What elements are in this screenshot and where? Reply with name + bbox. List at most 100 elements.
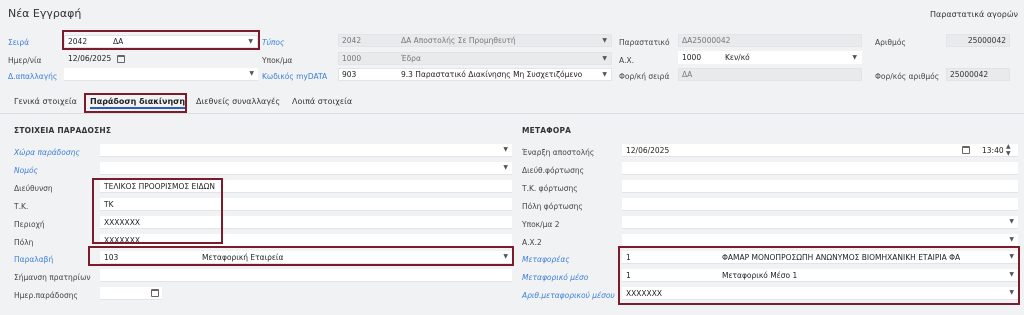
tab-other[interactable]: Λοιπά στοιχεία — [292, 97, 352, 106]
branch-label: Υποκ/μα — [262, 56, 293, 65]
transport-means-label[interactable]: Μεταφορικό μέσο — [522, 273, 588, 282]
number-field: 25000042 — [946, 34, 1010, 47]
delivery-section-title: ΣΤΟΙΧΕΙΑ ΠΑΡΑΔΟΣΗΣ — [14, 126, 112, 135]
carrier-code: 1 — [626, 253, 631, 262]
address-label: Διεύθυνση — [14, 184, 53, 193]
postal-code-value: ΤΚ — [104, 200, 114, 209]
ax-value: Κεν/κό — [725, 53, 750, 62]
number-value: 25000042 — [967, 36, 1006, 45]
delivery-country-select[interactable]: ▼ — [100, 144, 512, 157]
foreign-series-field: ΔΑ — [678, 68, 862, 81]
address-input[interactable]: ΤΕΛΙΚΟΣ ΠΡΟΟΡΙΣΜΟΣ ΕΙΔΩΝ — [100, 180, 512, 193]
address-value: ΤΕΛΙΚΟΣ ΠΡΟΟΡΙΣΜΟΣ ΕΙΔΩΝ — [104, 182, 215, 191]
transport-section-title: ΜΕΤΑΦΟΡΑ — [522, 126, 572, 135]
city-label: Πόλη — [14, 238, 34, 247]
loading-city-input[interactable] — [622, 198, 1018, 211]
type-select[interactable]: 2042 ΔΑ Αποστολής Σε Προμηθευτή ▼ — [338, 34, 612, 47]
page-title: Νέα Εγγραφή — [8, 7, 82, 20]
chevron-down-icon: ▼ — [1009, 218, 1014, 225]
calendar-icon[interactable] — [962, 146, 970, 154]
branch-select[interactable]: 1000 Έδρα ▼ — [338, 52, 612, 65]
tab-international[interactable]: Διεθνείς συναλλαγές — [196, 97, 280, 106]
dispatch-start-label: Έναρξη αποστολής — [522, 148, 595, 157]
delivery-country-label[interactable]: Χώρα παράδοσης — [14, 148, 80, 157]
branch-code: 1000 — [342, 54, 362, 63]
document-value: ΔΑ25000042 — [682, 36, 731, 45]
ax2-label: Α.Χ.2 — [522, 238, 542, 247]
date-value[interactable]: 12/06/2025 — [68, 53, 111, 64]
type-value: ΔΑ Αποστολής Σε Προμηθευτή — [401, 36, 516, 45]
branch-value: Έδρα — [401, 54, 421, 63]
calendar-icon[interactable] — [117, 55, 125, 63]
receipt-label[interactable]: Παραλαβή — [14, 255, 53, 264]
vehicle-number-label[interactable]: Αριθ.μεταφορικού μέσου — [522, 291, 615, 300]
dispatch-time-value: 13:40 — [982, 146, 1004, 155]
area-input[interactable]: XXXXXXX — [100, 216, 512, 229]
station-marking-input[interactable] — [100, 269, 512, 282]
delivery-date-label: Ημερ.παράδοσης — [14, 291, 78, 300]
chevron-down-icon: ▼ — [1009, 236, 1014, 243]
loading-city-label: Πόλη φόρτωσης — [522, 202, 583, 211]
receipt-code: 103 — [104, 253, 119, 262]
prefecture-label[interactable]: Νομός — [14, 166, 38, 175]
ax2-select[interactable]: ▼ — [622, 234, 1018, 247]
chevron-down-icon: ▼ — [852, 54, 857, 61]
ax-label: Α.Χ. — [619, 56, 635, 65]
loading-address-label: Διεύθ.φόρτωσης — [522, 166, 585, 175]
chevron-down-icon: ▼ — [602, 55, 607, 62]
mydata-code-label[interactable]: Κωδικός myDATA — [262, 72, 327, 81]
series-label[interactable]: Σειρά — [8, 38, 29, 47]
chevron-down-icon: ▼ — [602, 71, 607, 78]
series-value: ΔΑ — [113, 37, 124, 46]
number-label: Αριθμός — [875, 38, 906, 47]
chevron-down-icon: ▼ — [503, 146, 508, 153]
date-label: Ημερ/νία — [8, 56, 42, 65]
dispatch-date-value: 12/06/2025 — [626, 146, 670, 155]
time-stepper-icon[interactable]: ▲ ▼ — [1006, 143, 1011, 157]
exemption-select[interactable]: ▼ — [64, 68, 258, 81]
mydata-code-select[interactable]: 903 9.3 Παραστατικό Διακίνησης Μη Συσχετ… — [338, 68, 612, 81]
calendar-icon[interactable] — [151, 289, 159, 297]
transport-means-select[interactable]: 1 Μεταφορικό Μέσο 1 ▼ — [622, 269, 1018, 282]
vehicle-number-select[interactable]: XXXXXXX ▼ — [622, 287, 1018, 300]
loading-postal-label: Τ.Κ. φόρτωσης — [522, 184, 578, 193]
exemption-label[interactable]: Δ.απαλλαγής — [8, 72, 57, 81]
tab-divider — [0, 113, 1024, 114]
chevron-down-icon: ▼ — [1009, 253, 1014, 260]
tab-general[interactable]: Γενικά στοιχεία — [14, 97, 77, 106]
carrier-value: ΦΑΜΑΡ ΜΟΝΟΠΡΟΣΩΠΗ ΑΝΩΝΥΜΟΣ ΒΙΟΜΗΧΑΝΙΚΗ Ε… — [722, 253, 961, 262]
carrier-label[interactable]: Μεταφορέας — [522, 255, 570, 264]
mydata-code: 903 — [342, 70, 357, 79]
dispatch-start-input[interactable]: 12/06/2025 13:40 ▲ ▼ — [622, 143, 1018, 157]
transport-means-value: Μεταφορικό Μέσο 1 — [722, 271, 798, 280]
ax-select[interactable]: 1000 Κεν/κό ▼ — [678, 51, 862, 64]
foreign-number-value: 25000042 — [950, 70, 989, 79]
area-label: Περιοχή — [14, 220, 45, 229]
chevron-down-icon: ▼ — [503, 164, 508, 171]
tab-delivery[interactable]: Παράδοση διακίνηση — [90, 97, 186, 109]
type-label[interactable]: Τύπος — [262, 38, 284, 47]
chevron-down-icon: ▼ — [602, 37, 607, 44]
foreign-number-label: Φορ/κός αριθμός — [875, 72, 940, 81]
foreign-series-value: ΔΑ — [682, 70, 693, 79]
loading-address-input[interactable] — [622, 162, 1018, 175]
prefecture-select[interactable]: ▼ — [100, 162, 512, 175]
series-code: 2042 — [68, 37, 88, 46]
station-marking-label: Σήμανση πρατηρίων — [14, 273, 91, 282]
purchase-documents-link[interactable]: Παραστατικά αγορών — [930, 10, 1018, 19]
foreign-number-field: 25000042 — [946, 68, 1010, 81]
postal-code-input[interactable]: ΤΚ — [100, 198, 512, 211]
receipt-select[interactable]: 103 Μεταφορική Εταιρεία ▼ — [100, 251, 512, 264]
city-value: XXXXXXX — [104, 236, 140, 245]
loading-postal-input[interactable] — [622, 180, 1018, 193]
foreign-series-label: Φορ/κή σειρά — [619, 72, 670, 81]
city-input[interactable]: XXXXXXX — [100, 234, 512, 247]
transport-means-code: 1 — [626, 271, 631, 280]
mydata-value: 9.3 Παραστατικό Διακίνησης Μη Συσχετιζόμ… — [401, 70, 583, 79]
type-code: 2042 — [342, 36, 362, 45]
vehicle-number-value: XXXXXXX — [626, 289, 662, 298]
series-select[interactable]: 2042 ΔΑ ▼ — [64, 35, 258, 48]
carrier-select[interactable]: 1 ΦΑΜΑΡ ΜΟΝΟΠΡΟΣΩΠΗ ΑΝΩΝΥΜΟΣ ΒΙΟΜΗΧΑΝΙΚΗ… — [622, 251, 1018, 264]
branch2-select[interactable]: ▼ — [622, 216, 1018, 229]
document-field: ΔΑ25000042 — [678, 34, 862, 47]
